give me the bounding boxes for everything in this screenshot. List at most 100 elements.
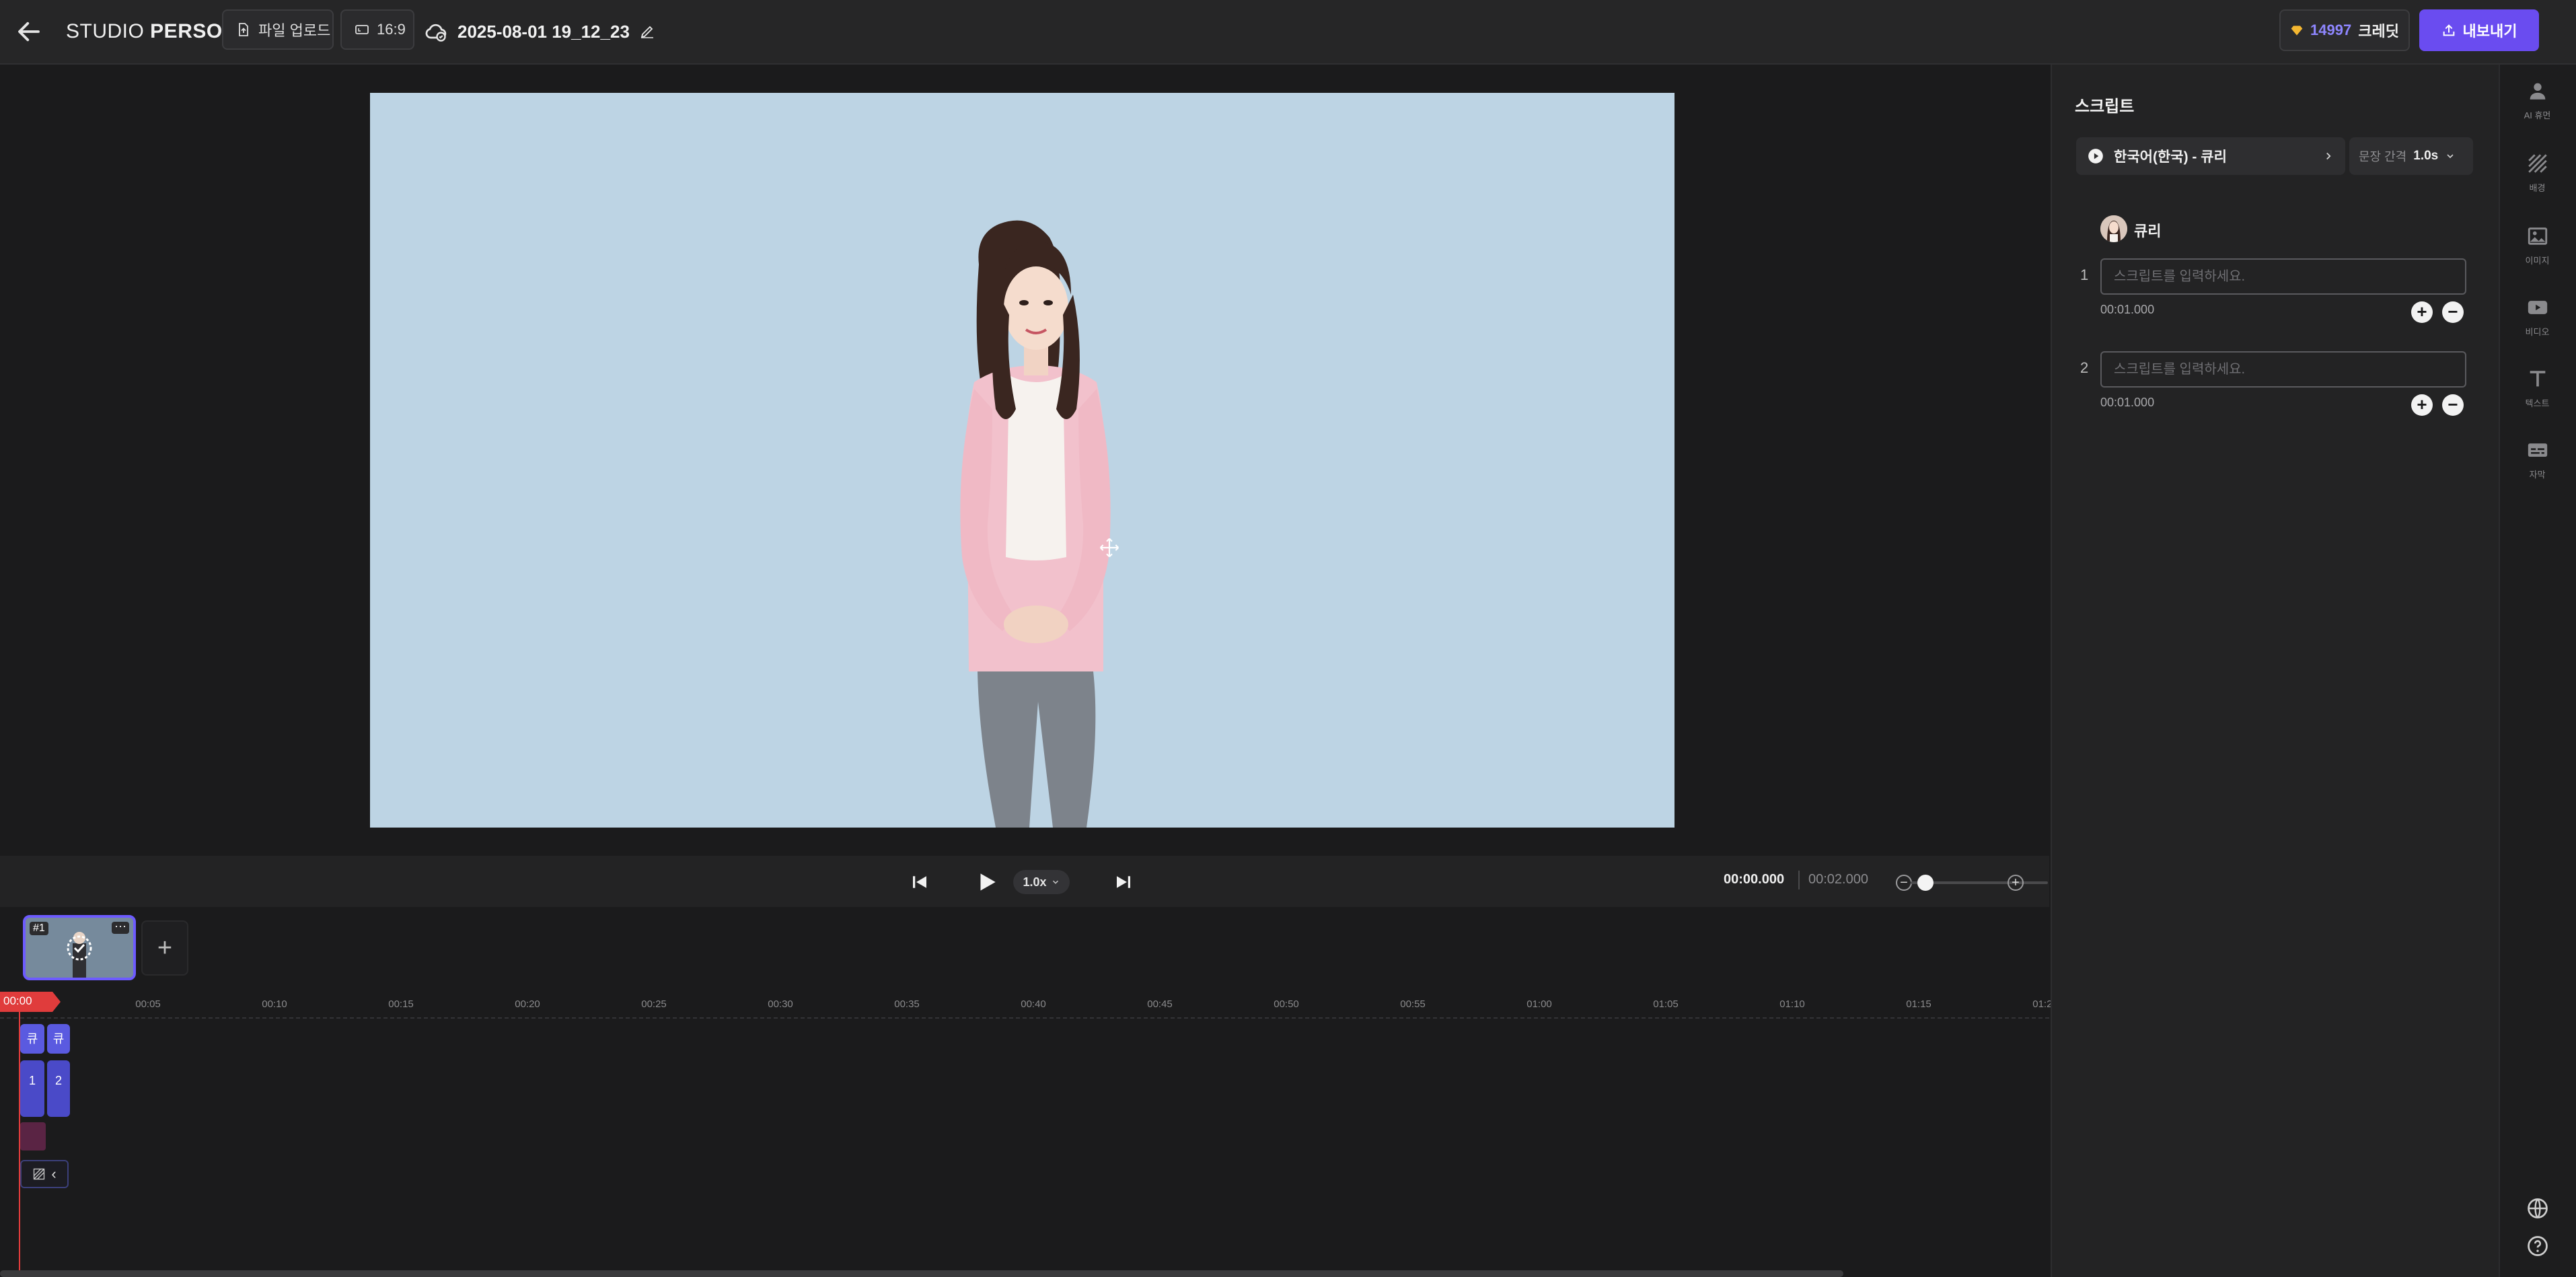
chevron-down-icon — [2447, 154, 2454, 159]
project-title-group: 2025-08-01 19_12_23 — [424, 16, 655, 47]
script-input[interactable] — [2100, 258, 2466, 295]
rail-item-label: 텍스트 — [2525, 398, 2550, 408]
rail-item-label: 배경 — [2529, 183, 2546, 193]
sentence-gap-label: 문장 간격 — [2359, 150, 2407, 163]
preview-canvas[interactable] — [370, 93, 1675, 828]
playback-speed-value: 1.0x — [1023, 875, 1047, 889]
script-input[interactable] — [2100, 351, 2466, 388]
rail-item-subtitle[interactable]: 자막 — [2499, 439, 2576, 480]
app-logo[interactable]: STUDIO PERSO — [66, 17, 223, 46]
clip-speaker-1[interactable]: 큐 — [20, 1024, 44, 1054]
project-title[interactable]: 2025-08-01 19_12_23 — [457, 22, 630, 42]
rail-item-ai-human[interactable]: AI 휴먼 — [2499, 79, 2576, 121]
scene-number: #1 — [30, 922, 48, 935]
background-icon — [2528, 154, 2547, 173]
rail-item-video[interactable]: 비디오 — [2499, 296, 2576, 338]
ruler-tick-label: 01:05 — [1653, 998, 1679, 1010]
image-icon — [2528, 227, 2547, 245]
add-scene-button[interactable]: + — [141, 920, 188, 976]
remove-sentence-button[interactable]: − — [2442, 394, 2464, 416]
upload-file-button[interactable]: 파일 업로드 — [222, 9, 334, 50]
script-row-index: 1 — [2080, 266, 2089, 283]
chevron-down-icon — [1052, 880, 1058, 884]
clip-sentence-number: 1 — [28, 1074, 36, 1087]
panel-title: 스크립트 — [2075, 98, 2135, 116]
script-row-duration: 00:01.000 — [2100, 303, 2155, 316]
avatar-image — [2100, 215, 2127, 242]
ai-human-icon — [2530, 83, 2545, 100]
ruler-tick-label: 00:30 — [768, 998, 793, 1010]
script-row-index: 2 — [2080, 359, 2089, 376]
playhead-time: 00:00 — [3, 994, 32, 1007]
clip-background-color[interactable] — [20, 1122, 46, 1151]
voice-label: 한국어(한국) - 큐리 — [2114, 149, 2227, 165]
rail-item-text[interactable]: 텍스트 — [2499, 367, 2576, 409]
skip-forward-icon[interactable] — [1113, 872, 1134, 892]
timeline-horizontal-scrollbar[interactable] — [0, 1270, 1843, 1277]
rail-item-label: 이미지 — [2525, 256, 2550, 266]
clip-speaker-label: 큐 — [26, 1032, 38, 1046]
subtitle-icon — [2528, 443, 2547, 457]
credits-value: 14997 — [2310, 22, 2352, 38]
ruler-tick-label: 01:10 — [1779, 998, 1805, 1010]
scene-thumbnail[interactable]: #1 ··· — [23, 915, 136, 980]
logo-bold: PERSO — [150, 20, 223, 42]
export-label: 내보내기 — [2462, 23, 2517, 40]
rail-item-label: AI 휴먼 — [2524, 110, 2551, 120]
play-icon[interactable] — [974, 869, 1000, 895]
current-time: 00:00.000 — [1724, 872, 1785, 887]
credits-badge[interactable]: 14997 크레딧 — [2279, 9, 2410, 51]
credits-label: 크레딧 — [2358, 23, 2399, 40]
zoom-slider-handle[interactable] — [1917, 875, 1934, 891]
logo-light: STUDIO — [66, 20, 151, 42]
add-sentence-button[interactable]: + — [2411, 394, 2433, 416]
play-circle-icon[interactable] — [2087, 147, 2104, 165]
ruler-tick-label: 00:40 — [1021, 998, 1046, 1010]
background-pattern-icon — [34, 1168, 45, 1180]
rail-item-label: 자막 — [2529, 470, 2546, 480]
add-sentence-button[interactable]: + — [2411, 301, 2433, 323]
ai-human-figure[interactable] — [370, 93, 1675, 828]
speaker-name: 큐리 — [2134, 223, 2162, 240]
voice-select[interactable]: 한국어(한국) - 큐리 — [2076, 137, 2345, 175]
clip-collapse-arrow[interactable]: ‹ — [51, 1165, 56, 1183]
aspect-ratio-icon — [355, 25, 369, 34]
script-panel — [2051, 65, 2499, 1277]
export-button[interactable]: 내보내기 — [2419, 9, 2539, 51]
playback-speed-select[interactable]: 1.0x — [1013, 870, 1070, 894]
script-row-duration: 00:01.000 — [2100, 396, 2155, 409]
ruler-tick-label: 00:50 — [1274, 998, 1299, 1010]
ruler-tick-label: 00:05 — [135, 998, 161, 1010]
chevron-right-icon — [2326, 152, 2331, 160]
help-icon[interactable] — [2526, 1234, 2550, 1258]
clip-speaker-label: 큐 — [52, 1032, 65, 1046]
rail-item-label: 비디오 — [2525, 327, 2550, 337]
ruler-tick-label: 00:55 — [1400, 998, 1426, 1010]
upload-file-label: 파일 업로드 — [258, 22, 331, 39]
sentence-gap-select[interactable]: 문장 간격 1.0s — [2349, 137, 2473, 175]
clip-speaker-2[interactable]: 큐 — [47, 1024, 70, 1054]
ruler-tick-label: 00:10 — [262, 998, 287, 1010]
remove-sentence-button[interactable]: − — [2442, 301, 2464, 323]
ruler-tick-label: 00:45 — [1147, 998, 1173, 1010]
pencil-edit-icon[interactable] — [639, 24, 655, 40]
video-icon — [2528, 301, 2547, 314]
rail-item-image[interactable]: 이미지 — [2499, 225, 2576, 266]
rail-item-background[interactable]: 배경 — [2499, 152, 2576, 194]
globe-icon[interactable] — [2526, 1196, 2550, 1220]
clip-sentence-1[interactable]: 1 — [20, 1060, 44, 1117]
diamond-icon — [2291, 26, 2303, 36]
arrow-left-icon — [18, 22, 40, 42]
time-divider — [1798, 871, 1800, 889]
skip-back-icon[interactable] — [910, 872, 930, 892]
clip-background-image[interactable]: ‹ — [20, 1160, 69, 1188]
clip-sentence-number: 2 — [54, 1074, 62, 1087]
file-upload-icon — [239, 23, 248, 36]
zoom-in-button[interactable]: + — [2008, 875, 2024, 891]
scene-more-button[interactable]: ··· — [112, 920, 129, 934]
clip-sentence-2[interactable]: 2 — [47, 1060, 70, 1117]
back-button[interactable] — [15, 17, 43, 46]
zoom-out-button[interactable]: − — [1896, 875, 1912, 891]
text-icon — [2530, 371, 2545, 387]
aspect-ratio-button[interactable]: 16:9 — [340, 9, 414, 50]
